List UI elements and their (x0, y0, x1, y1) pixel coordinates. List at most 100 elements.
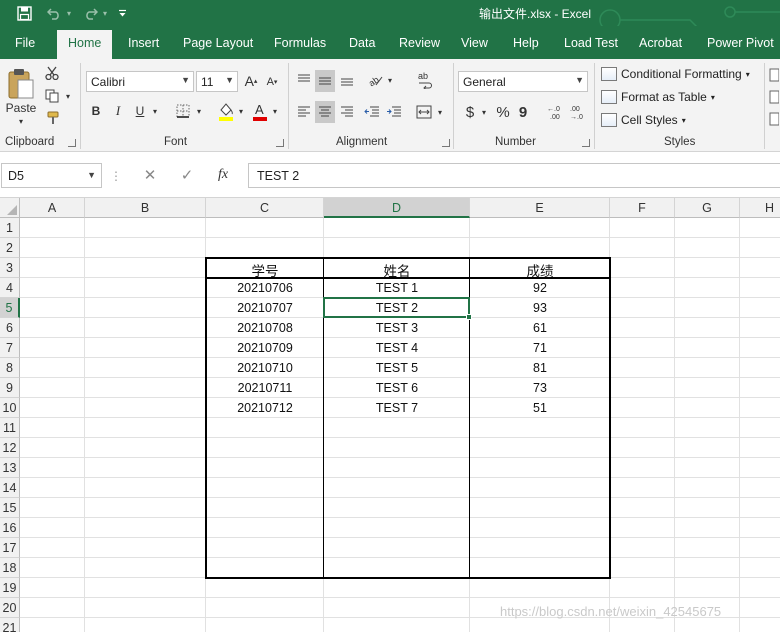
insert-function-icon[interactable]: fx (212, 164, 234, 186)
table-cell[interactable]: TEST 5 (324, 358, 470, 378)
alignment-launcher-icon[interactable] (442, 139, 450, 147)
table-cell[interactable]: 61 (470, 318, 610, 338)
table-cell[interactable]: 93 (470, 298, 610, 318)
tab-help[interactable]: Help (513, 36, 539, 50)
align-middle-icon[interactable] (315, 70, 335, 92)
align-bottom-icon[interactable] (337, 70, 357, 90)
font-color-dropdown-icon[interactable]: ▾ (271, 101, 279, 121)
table-cell[interactable]: 81 (470, 358, 610, 378)
worksheet-grid[interactable]: A B C D E F G H 1 2 3 4 5 6 7 8 9 10 11 12 13 14 15 16 17 18 19 20 2… (0, 198, 780, 632)
row-header-15[interactable]: 15 (0, 498, 20, 518)
table-header-cell[interactable]: 学号 (206, 258, 324, 279)
copy-icon[interactable] (43, 88, 61, 104)
table-cell[interactable]: 73 (470, 378, 610, 398)
merge-center-icon[interactable] (414, 101, 434, 123)
italic-button[interactable]: I (109, 101, 127, 121)
row-header-13[interactable]: 13 (0, 458, 20, 478)
formula-input[interactable]: TEST 2 (248, 163, 780, 188)
clipboard-launcher-icon[interactable] (68, 139, 76, 147)
row-header-14[interactable]: 14 (0, 478, 20, 498)
table-cell[interactable]: TEST 3 (324, 318, 470, 338)
font-color-icon[interactable]: A (251, 99, 269, 123)
tab-page-layout[interactable]: Page Layout (183, 36, 253, 50)
paste-icon[interactable] (6, 65, 36, 103)
row-header-12[interactable]: 12 (0, 438, 20, 458)
borders-dropdown-icon[interactable]: ▾ (195, 101, 203, 121)
decrease-indent-icon[interactable] (362, 101, 382, 123)
number-format-combo[interactable]: General ▼ (458, 71, 588, 92)
cancel-icon[interactable]: ✕ (139, 164, 161, 186)
table-cell[interactable]: 20210709 (206, 338, 324, 358)
column-header-e[interactable]: E (470, 198, 610, 218)
table-cell[interactable]: 92 (470, 278, 610, 298)
conditional-formatting-button[interactable]: Conditional Formatting ▾ (601, 64, 750, 84)
tab-review[interactable]: Review (399, 36, 440, 50)
row-header-4[interactable]: 4 (0, 278, 20, 298)
row-header-8[interactable]: 8 (0, 358, 20, 378)
table-cell[interactable]: 51 (470, 398, 610, 418)
table-cell[interactable]: 20210711 (206, 378, 324, 398)
fill-handle[interactable] (466, 314, 472, 320)
underline-button[interactable]: U (131, 101, 149, 121)
column-header-d[interactable]: D (324, 198, 470, 218)
fill-color-dropdown-icon[interactable]: ▾ (237, 101, 245, 121)
row-header-3[interactable]: 3 (0, 258, 20, 278)
row-header-9[interactable]: 9 (0, 378, 20, 398)
currency-dropdown-icon[interactable]: ▾ (480, 101, 488, 123)
paste-button[interactable]: Paste (4, 100, 38, 116)
format-as-table-button[interactable]: Format as Table ▾ (601, 87, 715, 107)
column-header-f[interactable]: F (610, 198, 675, 218)
orientation-dropdown-icon[interactable]: ▾ (386, 70, 394, 90)
column-header-g[interactable]: G (675, 198, 740, 218)
row-header-2[interactable]: 2 (0, 238, 20, 258)
row-header-10[interactable]: 10 (0, 398, 20, 418)
column-header-h[interactable]: H (740, 198, 780, 218)
bold-button[interactable]: B (87, 101, 105, 121)
row-header-1[interactable]: 1 (0, 218, 20, 238)
number-launcher-icon[interactable] (582, 139, 590, 147)
merge-dropdown-icon[interactable]: ▾ (436, 101, 444, 123)
table-cell[interactable]: 20210706 (206, 278, 324, 298)
formula-bar-grip-icon[interactable]: ⋮ (110, 168, 122, 184)
column-header-c[interactable]: C (206, 198, 324, 218)
tab-file[interactable]: File (15, 36, 35, 50)
orientation-icon[interactable]: ab (364, 70, 386, 90)
table-cell[interactable]: TEST 4 (324, 338, 470, 358)
align-left-icon[interactable] (294, 101, 314, 123)
tab-acrobat[interactable]: Acrobat (639, 36, 682, 50)
align-top-icon[interactable] (294, 70, 314, 90)
row-header-19[interactable]: 19 (0, 578, 20, 598)
font-size-combo[interactable]: 11 ▼ (196, 71, 238, 92)
borders-icon[interactable] (174, 101, 192, 121)
table-header-cell[interactable]: 成绩 (470, 258, 610, 279)
tab-insert[interactable]: Insert (128, 36, 159, 50)
font-launcher-icon[interactable] (276, 139, 284, 147)
paste-dropdown-icon[interactable]: ▾ (16, 115, 26, 127)
table-header-cell[interactable]: 姓名 (324, 258, 470, 279)
fill-color-icon[interactable] (217, 99, 235, 123)
table-cell[interactable]: 20210712 (206, 398, 324, 418)
column-header-a[interactable]: A (20, 198, 85, 218)
row-header-6[interactable]: 6 (0, 318, 20, 338)
table-cell[interactable]: TEST 7 (324, 398, 470, 418)
row-header-21[interactable]: 21 (0, 618, 20, 632)
delete-cells-icon[interactable] (768, 89, 780, 105)
format-cells-icon[interactable] (768, 111, 780, 127)
select-all-button[interactable] (0, 198, 20, 218)
percent-button[interactable]: % (495, 101, 511, 123)
wrap-text-icon[interactable]: ab (414, 68, 436, 92)
column-header-b[interactable]: B (85, 198, 206, 218)
row-header-20[interactable]: 20 (0, 598, 20, 618)
increase-indent-icon[interactable] (384, 101, 404, 123)
tab-formulas[interactable]: Formulas (274, 36, 326, 50)
tab-power-pivot[interactable]: Power Pivot (707, 36, 774, 50)
tab-load-test[interactable]: Load Test (564, 36, 618, 50)
row-header-5[interactable]: 5 (0, 298, 20, 318)
currency-button[interactable]: $ (462, 101, 478, 123)
tab-data[interactable]: Data (349, 36, 375, 50)
row-header-17[interactable]: 17 (0, 538, 20, 558)
decrease-font-size-icon[interactable]: A ▾ (264, 73, 280, 91)
tab-home[interactable]: Home (57, 30, 113, 59)
comma-style-button[interactable]: 9 (516, 101, 530, 123)
font-name-combo[interactable]: Calibri ▼ (86, 71, 194, 92)
